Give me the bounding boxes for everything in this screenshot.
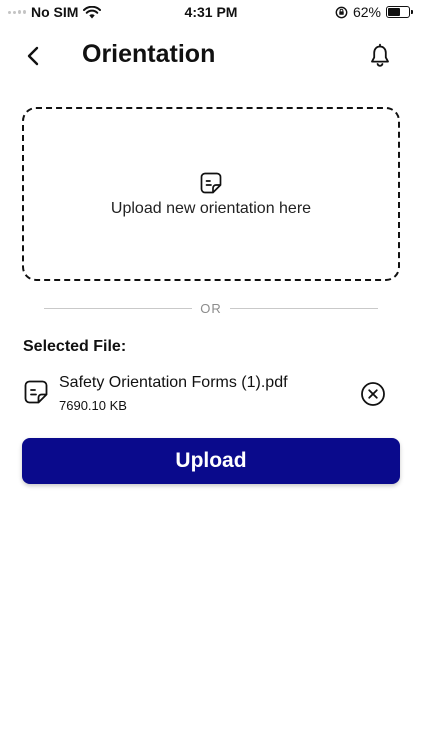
header: Orientation [0,34,422,78]
selected-file-row: Safety Orientation Forms (1).pdf 7690.10… [22,372,400,420]
battery-fill [388,8,400,16]
drop-zone-label: Upload new orientation here [110,200,312,217]
divider-line-left [44,307,193,309]
page-title: Orientation [82,40,216,68]
back-button[interactable] [18,40,50,72]
chevron-left-icon [27,46,39,66]
selected-file-name: Safety Orientation Forms (1).pdf [59,374,288,391]
selected-file-size: 7690.10 KB [59,398,127,413]
document-icon [24,380,48,404]
status-right: 62% [335,4,413,20]
orientation-lock-icon [335,6,348,18]
notification-button[interactable] [364,40,396,72]
bell-icon [371,43,389,67]
or-label: OR [200,300,222,316]
upload-drop-zone[interactable]: Upload new orientation here [22,107,400,281]
upload-button[interactable]: Upload [22,438,400,484]
orientation-screen: No SIM 4:31 PM 62% Orientation Upload ne… [0,0,422,750]
remove-file-button[interactable] [360,381,386,407]
or-divider: OR [44,300,378,316]
selected-file-heading: Selected File: [23,338,127,355]
battery-percent: 62% [352,4,381,20]
document-icon [200,172,222,194]
battery-icon [386,6,413,18]
status-bar: No SIM 4:31 PM 62% [0,0,422,24]
divider-line-right [229,307,378,309]
close-circle-icon [361,382,385,406]
